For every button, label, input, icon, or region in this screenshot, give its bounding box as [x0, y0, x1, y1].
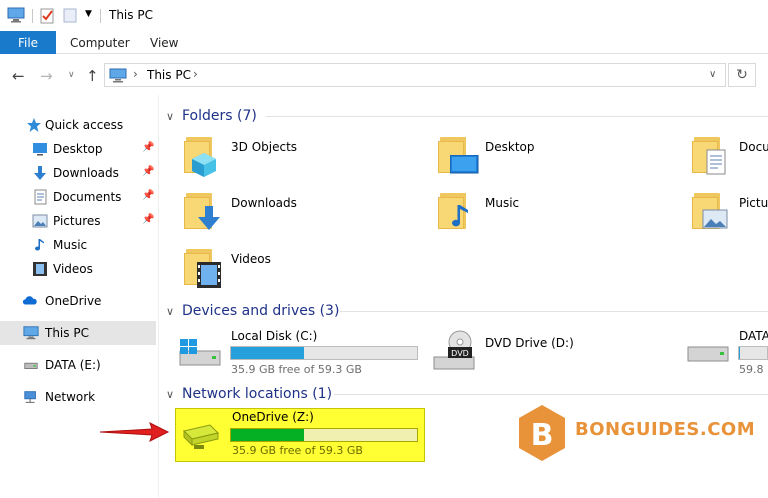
recent-locations-chevron-icon[interactable]: ∨	[68, 70, 75, 80]
pin-icon[interactable]: 📌	[142, 166, 154, 177]
folder-music[interactable]: Music	[438, 191, 658, 237]
title-bar: ▼ This PC	[0, 0, 768, 31]
computer-icon	[109, 68, 127, 83]
sidebar-item-quick-access[interactable]: Quick access	[0, 114, 156, 136]
refresh-icon: ↻	[736, 67, 748, 83]
sidebar-item-pictures[interactable]: Pictures 📌	[0, 210, 156, 232]
svg-text:B: B	[531, 418, 554, 453]
picture-icon	[702, 209, 728, 229]
document-icon	[34, 189, 47, 205]
sidebar-item-desktop[interactable]: Desktop 📌	[0, 138, 156, 160]
drive-usage-fill	[739, 347, 740, 359]
svg-text:DVD: DVD	[451, 349, 469, 358]
chevron-right-icon[interactable]: ›	[193, 67, 198, 81]
cloud-icon	[22, 296, 37, 305]
sidebar-item-network[interactable]: Network	[0, 386, 156, 408]
sidebar-item-documents[interactable]: Documents 📌	[0, 186, 156, 208]
refresh-button[interactable]: ↻	[728, 63, 756, 87]
bonguides-logo-icon: B	[519, 405, 565, 461]
computer-icon	[7, 7, 25, 23]
group-header-network[interactable]: ∨ Network locations (1)	[166, 384, 768, 404]
desktop-icon	[450, 155, 479, 174]
group-header-devices[interactable]: ∨ Devices and drives (3)	[166, 301, 768, 321]
drive-icon	[687, 346, 729, 362]
bonguides-watermark: B BONGUIDES.COM	[517, 403, 755, 463]
drive-icon	[24, 362, 38, 369]
drive-usage-fill	[231, 429, 304, 441]
tab-computer[interactable]: Computer	[70, 36, 130, 50]
folder-videos[interactable]: Videos	[184, 247, 404, 293]
network-drive-icon	[183, 424, 219, 449]
desktop-icon	[33, 143, 47, 156]
film-icon	[33, 262, 47, 276]
chevron-down-icon[interactable]: ∨	[166, 110, 180, 123]
address-dropdown-chevron-icon[interactable]: ∨	[709, 69, 716, 80]
folder-3d-objects[interactable]: 3D Objects	[184, 135, 404, 181]
computer-icon	[23, 326, 39, 340]
drive-data-e[interactable]: DATA 59.8 (	[686, 327, 768, 376]
chevron-down-icon[interactable]: ∨	[166, 388, 180, 401]
navigation-bar: ← → ∨ ↑ › This PC › ∨ ↻	[0, 55, 768, 95]
drive-usage-fill	[231, 347, 304, 359]
new-folder-icon[interactable]	[63, 8, 77, 23]
ribbon: File Computer View	[0, 31, 768, 54]
pin-icon[interactable]: 📌	[142, 190, 154, 201]
picture-icon	[32, 214, 48, 228]
tab-view[interactable]: View	[150, 36, 178, 50]
music-note-icon	[452, 205, 468, 227]
network-icon	[24, 391, 36, 403]
drive-usage-bar	[230, 346, 418, 360]
chevron-down-icon[interactable]: ▼	[85, 9, 92, 19]
sidebar-item-downloads[interactable]: Downloads 📌	[0, 162, 156, 184]
watermark-text: BONGUIDES.COM	[575, 419, 756, 440]
network-location-label: OneDrive (Z:)	[232, 410, 314, 424]
pin-icon[interactable]: 📌	[142, 142, 154, 153]
group-header-folders[interactable]: ∨ Folders (7)	[166, 106, 768, 126]
drive-dvd-d[interactable]: DVD DVD Drive (D:)	[432, 327, 652, 373]
sidebar-item-data-e[interactable]: DATA (E:)	[0, 354, 156, 376]
sidebar-item-videos[interactable]: Videos	[0, 258, 156, 280]
folder-desktop[interactable]: Desktop	[438, 135, 658, 181]
cube-icon	[192, 153, 216, 177]
content-area: ∨ Folders (7) 3D Objects Desktop Docu Do…	[160, 95, 768, 498]
address-bar[interactable]: › This PC › ∨	[104, 63, 726, 87]
tab-file[interactable]: File	[0, 31, 56, 54]
music-note-icon	[35, 239, 44, 251]
sidebar-item-music[interactable]: Music	[0, 234, 156, 256]
network-location-onedrive-z[interactable]: OneDrive (Z:) 35.9 GB free of 59.3 GB	[175, 408, 425, 462]
drive-usage-bar	[230, 428, 418, 442]
download-arrow-icon	[34, 166, 46, 180]
film-icon	[197, 262, 221, 288]
window-title: This PC	[109, 8, 153, 22]
folder-pictures[interactable]: Pictur	[692, 191, 768, 237]
up-arrow-icon[interactable]: ↑	[86, 67, 99, 85]
chevron-down-icon[interactable]: ∨	[166, 305, 180, 318]
chevron-right-icon[interactable]: ›	[133, 67, 138, 81]
sidebar-item-this-pc[interactable]: This PC	[0, 321, 156, 345]
pin-icon[interactable]: 📌	[142, 214, 154, 225]
folder-downloads[interactable]: Downloads	[184, 191, 404, 237]
document-icon	[706, 149, 726, 175]
download-arrow-icon	[198, 206, 220, 230]
drive-usage-bar	[738, 346, 768, 360]
back-arrow-icon[interactable]: ←	[12, 67, 25, 85]
dvd-drive-icon: DVD	[433, 330, 475, 370]
star-icon	[27, 118, 41, 132]
drive-local-disk-c[interactable]: Local Disk (C:) 35.9 GB free of 59.3 GB	[178, 327, 422, 376]
address-path: This PC	[147, 68, 191, 82]
folder-documents[interactable]: Docu	[692, 135, 768, 181]
forward-arrow-icon[interactable]: →	[40, 67, 53, 85]
sidebar-item-onedrive[interactable]: OneDrive	[0, 290, 156, 312]
windows-drive-icon	[179, 339, 221, 366]
red-arrow-icon	[99, 422, 170, 442]
properties-icon[interactable]	[40, 7, 55, 24]
